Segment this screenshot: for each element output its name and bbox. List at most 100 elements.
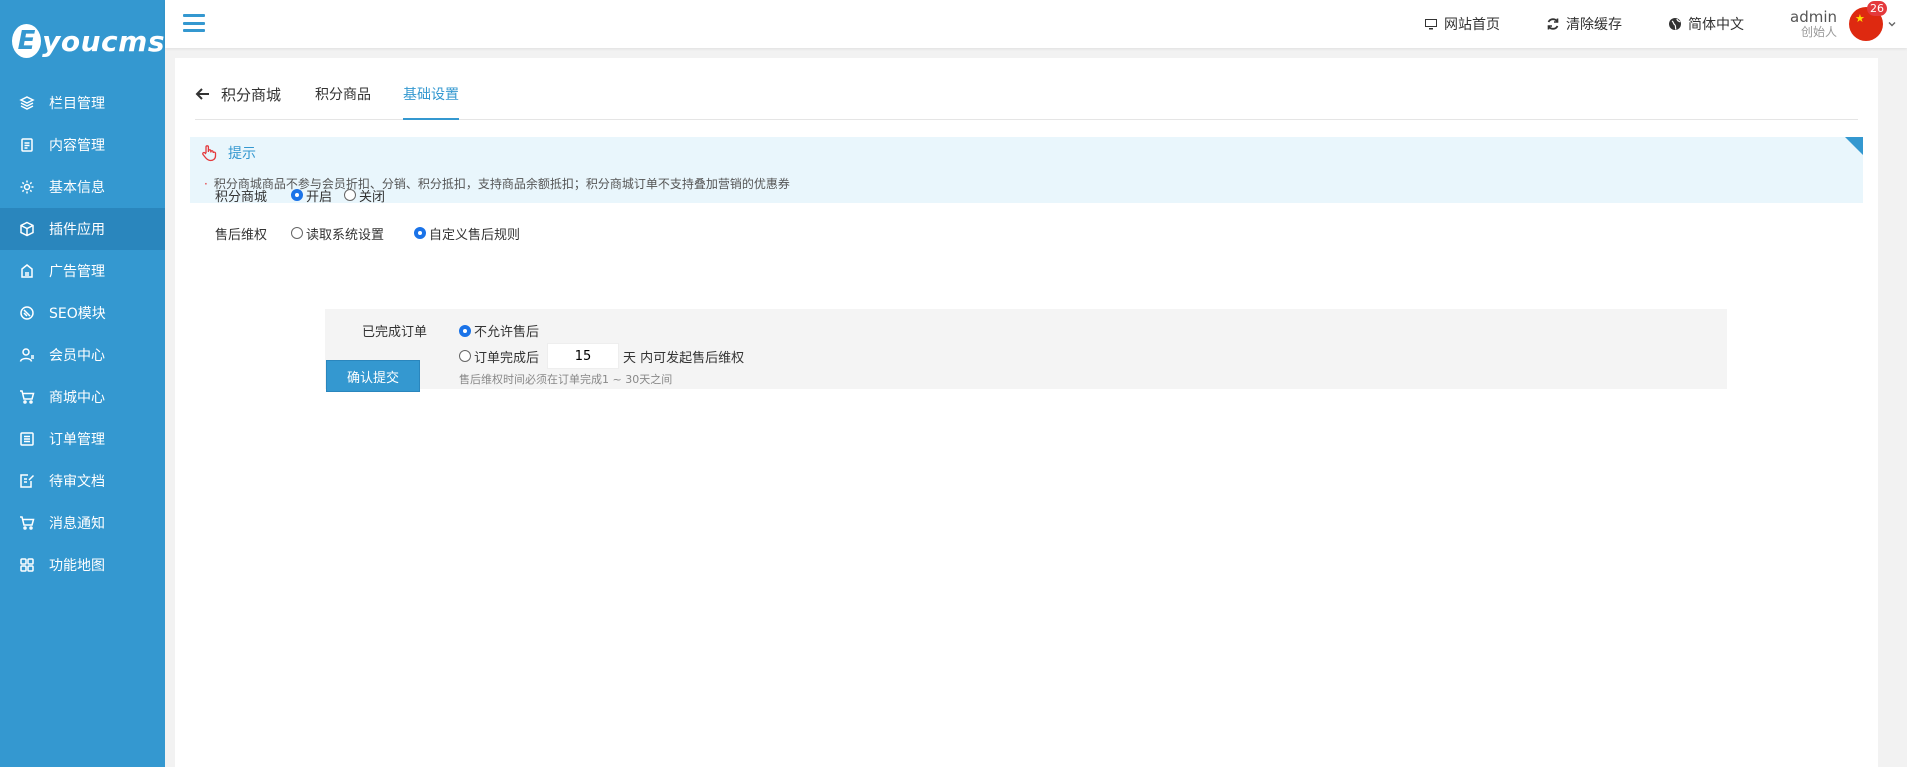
sidebar-item-label: 商城中心 xyxy=(49,390,105,406)
sidebar-item-column[interactable]: 栏目管理 xyxy=(0,82,165,124)
tip-title-text: 提示 xyxy=(228,146,256,162)
radio-checked-icon xyxy=(459,324,471,337)
notification-badge: 26 xyxy=(1867,1,1887,16)
form-row-mall: 积分商城 开启 关闭 xyxy=(175,183,397,207)
sidebar-menu: 栏目管理 内容管理 基本信息 插件应用 广告管理 SEO模块 会员中心 商城中心… xyxy=(0,82,165,586)
sidebar-item-content[interactable]: 内容管理 xyxy=(0,124,165,166)
list-icon xyxy=(19,431,35,447)
sidebar-item-seo[interactable]: SEO模块 xyxy=(0,292,165,334)
sidebar-item-label: 功能地图 xyxy=(49,558,105,574)
sidebar-item-plugins[interactable]: 插件应用 xyxy=(0,208,165,250)
grid-icon xyxy=(19,557,35,573)
mall-open-radio[interactable]: 开启 xyxy=(291,186,332,205)
top-links: 网站首页 清除缓存 简体中文 admin 创始人 ★ 26 xyxy=(1424,0,1907,48)
clear-cache-label: 清除缓存 xyxy=(1566,17,1622,33)
after-days-option: 订单完成后 天 内可发起售后维权 xyxy=(459,343,744,369)
after-sale-label: 售后维权 xyxy=(214,227,267,243)
radio-label: 不允许售后 xyxy=(474,325,540,340)
main-panel: 积分商城 积分商品 基础设置 提示 · 积分商城商品不参与会员折扣、分销、积分抵扣… xyxy=(175,58,1878,767)
sidebar-item-orders[interactable]: 订单管理 xyxy=(0,418,165,460)
sidebar-item-label: 待审文档 xyxy=(49,474,105,490)
sidebar-item-label: SEO模块 xyxy=(49,306,106,322)
edit-doc-icon xyxy=(19,473,35,489)
top-bar: 网站首页 清除缓存 简体中文 admin 创始人 ★ 26 xyxy=(165,0,1907,48)
days-suffix: 天 内可发起售后维权 xyxy=(623,350,745,366)
after-sale-custom-radio[interactable]: 自定义售后规则 xyxy=(414,224,520,243)
back-label: 积分商城 xyxy=(221,85,282,104)
monitor-icon xyxy=(1425,19,1437,30)
tab-points-products[interactable]: 积分商品 xyxy=(315,69,371,119)
back-button[interactable]: 积分商城 xyxy=(195,69,281,119)
sidebar-item-ads[interactable]: 广告管理 xyxy=(0,250,165,292)
tab-bar: 积分商城 积分商品 基础设置 xyxy=(195,58,1858,120)
clear-cache-link[interactable]: 清除缓存 xyxy=(1546,14,1622,34)
language-switch[interactable]: 简体中文 xyxy=(1668,14,1744,34)
tab-basic-settings[interactable]: 基础设置 xyxy=(403,69,460,120)
sidebar-item-basic-info[interactable]: 基本信息 xyxy=(0,166,165,208)
radio-checked-icon xyxy=(414,227,427,239)
site-home-link[interactable]: 网站首页 xyxy=(1424,14,1500,34)
radio-unchecked-icon xyxy=(291,227,303,239)
logo-mark: E xyxy=(12,24,42,58)
form-row-after-sale: 售后维权 读取系统设置 自定义售后规则 xyxy=(175,221,532,245)
document-icon xyxy=(19,137,35,153)
sidebar-item-mall[interactable]: 商城中心 xyxy=(0,376,165,418)
flag-star-icon: ★ xyxy=(1855,12,1865,25)
globe-icon xyxy=(1669,18,1681,30)
cart-icon xyxy=(19,389,35,405)
layers-icon xyxy=(19,95,35,111)
chevron-down-icon[interactable] xyxy=(1887,19,1897,29)
completed-order-label: 已完成订单 xyxy=(361,325,427,340)
user-role: 创始人 xyxy=(1800,24,1837,39)
sidebar-item-members[interactable]: 会员中心 xyxy=(0,334,165,376)
seo-icon xyxy=(19,305,35,321)
user-name: admin xyxy=(1790,8,1837,27)
mall-label: 积分商城 xyxy=(214,189,267,205)
submit-button[interactable]: 确认提交 xyxy=(326,360,420,392)
sidebar-item-label: 内容管理 xyxy=(49,138,105,154)
sidebar-item-label: 订单管理 xyxy=(49,432,105,448)
sidebar-item-notifications[interactable]: 消息通知 xyxy=(0,502,165,544)
radio-label: 开启 xyxy=(306,189,333,205)
mall-close-radio[interactable]: 关闭 xyxy=(344,186,385,205)
sidebar-item-label: 栏目管理 xyxy=(49,96,105,112)
user-icon xyxy=(19,347,35,363)
radio-checked-icon xyxy=(291,189,303,201)
radio-unchecked-icon xyxy=(344,189,357,201)
refresh-icon xyxy=(1547,18,1559,30)
tip-title: 提示 xyxy=(200,143,256,163)
cube-icon xyxy=(19,221,35,237)
cart-icon xyxy=(19,515,35,531)
radio-label: 订单完成后 xyxy=(474,350,540,366)
sidebar-item-label: 广告管理 xyxy=(49,264,105,280)
hand-pointer-icon xyxy=(202,145,217,162)
site-home-label: 网站首页 xyxy=(1444,17,1500,33)
radio-label: 关闭 xyxy=(359,189,386,205)
allow-after-days-radio[interactable]: 订单完成后 xyxy=(459,347,539,366)
logo[interactable]: E youcms xyxy=(0,0,165,82)
corner-mark-icon xyxy=(1845,137,1863,155)
ad-icon xyxy=(19,263,35,279)
gear-icon xyxy=(19,179,35,195)
sidebar-item-label: 消息通知 xyxy=(49,516,105,532)
sidebar-item-pending-docs[interactable]: 待审文档 xyxy=(0,460,165,502)
tip-box: 提示 · 积分商城商品不参与会员折扣、分销、积分抵扣，支持商品余额抵扣；积分商城订… xyxy=(190,137,1863,203)
radio-label: 读取系统设置 xyxy=(306,227,385,243)
after-sale-rules-panel: 已完成订单 不允许售后 订单完成后 天 内可发起售后维权 售后维权时间必须在订单… xyxy=(325,309,1727,389)
menu-toggle-icon[interactable] xyxy=(183,14,205,32)
days-hint: 售后维权时间必须在订单完成1 ~ 30天之间 xyxy=(459,373,673,386)
radio-unchecked-icon xyxy=(459,350,471,362)
language-label: 简体中文 xyxy=(1688,17,1744,33)
user-info[interactable]: admin 创始人 xyxy=(1790,9,1837,39)
avatar[interactable]: ★ 26 xyxy=(1849,1,1887,41)
disallow-after-sale-radio[interactable]: 不允许售后 xyxy=(459,321,539,340)
radio-label: 自定义售后规则 xyxy=(429,227,521,243)
days-input[interactable] xyxy=(547,343,620,369)
sidebar-item-label: 插件应用 xyxy=(49,222,105,238)
sidebar-item-feature-map[interactable]: 功能地图 xyxy=(0,544,165,586)
sidebar-item-label: 基本信息 xyxy=(49,180,105,196)
arrow-left-icon xyxy=(195,88,209,100)
sidebar: E youcms 栏目管理 内容管理 基本信息 插件应用 广告管理 SEO模块 xyxy=(0,0,165,767)
sidebar-item-label: 会员中心 xyxy=(49,348,105,364)
after-sale-system-radio[interactable]: 读取系统设置 xyxy=(291,224,384,243)
